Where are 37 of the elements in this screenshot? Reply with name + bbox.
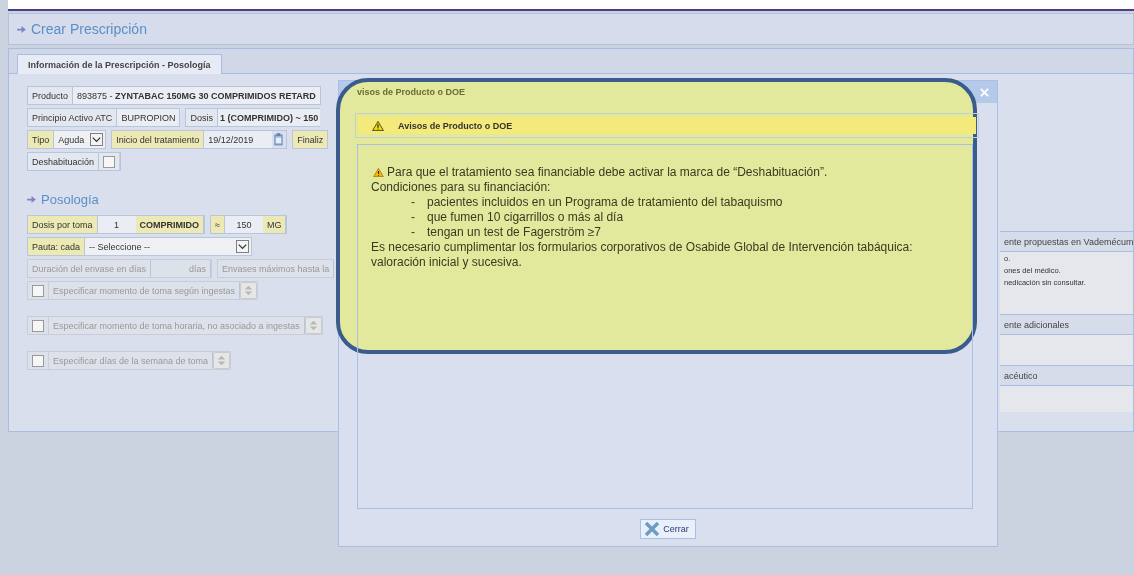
message-text: Para que el tratamiento sea financiable debe activar la marca de “Deshabituación”. (387, 165, 828, 180)
option-label: Especificar días de la semana de toma (49, 352, 214, 369)
list-item: pacientes incluidos en un Programa de tratamiento del tabaquismo (427, 195, 783, 210)
field-value: BUPROPION (117, 109, 180, 126)
close-button[interactable]: Cerrar (640, 519, 696, 539)
field-label: Principio Activo ATC (28, 109, 118, 126)
arrow-right-icon (27, 195, 36, 203)
field-value: 893875 - ZYNTABAC 150MG 30 COMPRIMIDOS RETARD (73, 87, 320, 104)
list-bullet: - (411, 195, 415, 210)
panel-title: ente propuestas en Vademécum (1004, 236, 1134, 247)
list-item: que fumen 10 cigarrillos o más al día (427, 210, 624, 225)
field-label: Deshabituación (28, 153, 100, 170)
message-text: Es necesario cumplimentar los formularios corporativos de Osabide Global de Intervención tabáquica: valoración inicial y sucesiva. (371, 240, 914, 270)
option-label: Especificar momento de toma horaria, no asociado a ingestas (49, 317, 305, 334)
field-label: Finaliz (293, 131, 329, 148)
dialog-title: visos de Producto o DOE (357, 87, 466, 97)
arrow-right-icon (17, 25, 26, 33)
field-value: 1 (COMPRIMIDO) ~ 150 (217, 109, 321, 126)
option-label: Especificar momento de toma según ingestas (49, 282, 241, 299)
tab[interactable]: Información de la Prescripción - Posología (17, 54, 222, 74)
warning-icon (373, 168, 384, 177)
page-title: Crear Prescripción (31, 21, 147, 37)
close-icon[interactable] (980, 87, 989, 97)
section-title: Posología (41, 191, 99, 207)
list-bullet: - (411, 225, 415, 240)
message-text: Condiciones para su financiación: (371, 180, 552, 195)
list-bullet: - (411, 210, 415, 225)
list-item: tengan un test de Fagerström ≥7 (427, 225, 602, 240)
warning-icon (372, 120, 384, 131)
panel-title: ente adicionales (1004, 319, 1070, 330)
close-icon (644, 521, 661, 537)
checkbox[interactable] (103, 155, 116, 168)
field-label: Envases máximos hasta la (218, 260, 335, 277)
panel-title: acéutico (1004, 370, 1038, 381)
notice-title: Avisos de Producto o DOE (398, 120, 513, 131)
field-label: Producto (28, 87, 74, 104)
field-label: Dosis (186, 109, 218, 126)
